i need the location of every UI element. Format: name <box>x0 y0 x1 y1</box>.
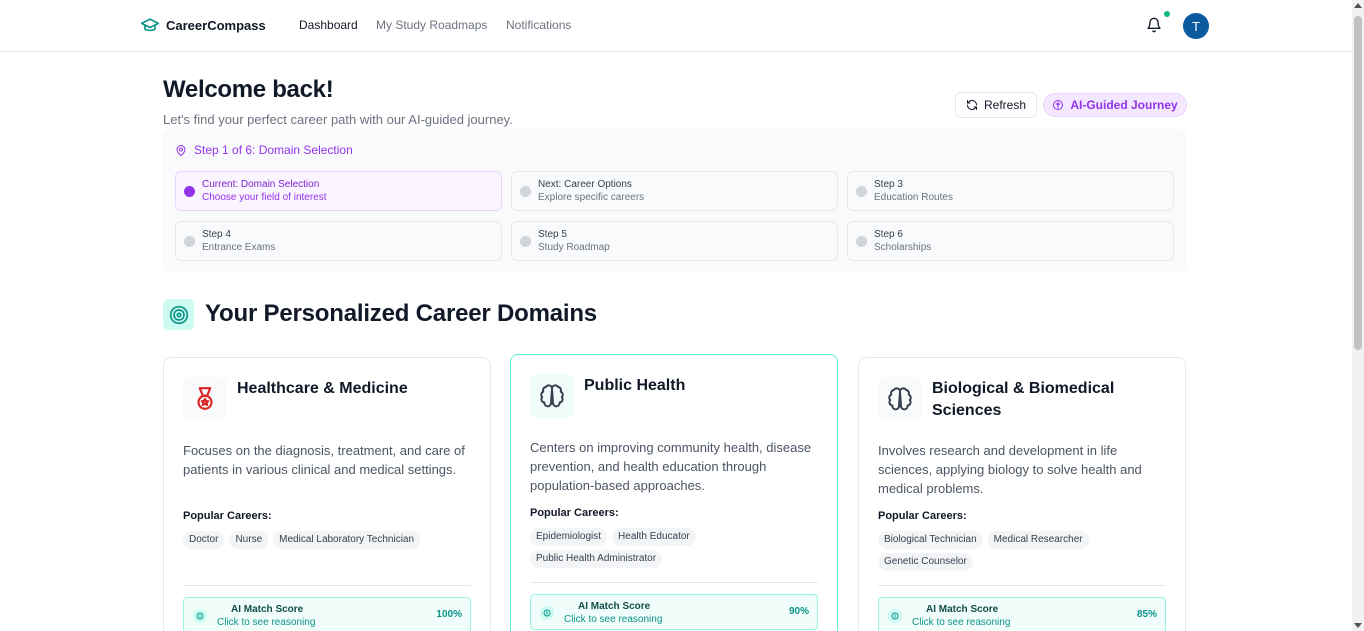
ai-match-score-box[interactable]: AI Match Score Click to see reasoning 90… <box>530 594 818 630</box>
career-tag: Genetic Counselor <box>878 553 973 571</box>
popular-careers-label: Popular Careers: <box>878 510 967 522</box>
step-title: Next: Career Options <box>538 179 632 190</box>
career-tag: Nurse <box>229 531 269 549</box>
score-value: 100% <box>436 609 462 620</box>
step-subtitle: Entrance Exams <box>202 242 276 253</box>
notification-dot <box>1164 11 1170 17</box>
popular-careers-label: Popular Careers: <box>183 510 272 522</box>
step-2-career-options[interactable]: Next: Career Options Explore specific ca… <box>511 171 838 211</box>
score-label: AI Match Score <box>926 604 999 615</box>
target-icon <box>163 299 194 330</box>
ai-badge-label: AI-Guided Journey <box>1070 98 1178 112</box>
step-title: Step 3 <box>874 179 903 190</box>
step-status-dot <box>856 186 867 197</box>
scroll-up-arrow-icon[interactable] <box>1354 3 1362 8</box>
domain-card-healthcare[interactable]: Healthcare & Medicine Focuses on the dia… <box>163 357 491 631</box>
ai-score-icon <box>540 606 554 620</box>
score-value: 85% <box>1136 609 1157 620</box>
card-divider <box>183 585 471 586</box>
career-tag: Biological Technician <box>878 531 983 549</box>
steps-heading: Step 1 of 6: Domain Selection <box>175 143 353 157</box>
scroll-down-arrow-icon[interactable] <box>1354 623 1362 628</box>
step-subtitle: Education Routes <box>874 192 953 203</box>
score-value: 90% <box>788 606 809 617</box>
card-description: Involves research and development in lif… <box>878 443 1142 496</box>
card-description: Centers on improving community health, d… <box>530 440 812 493</box>
nav-my-study-roadmaps[interactable]: My Study Roadmaps <box>376 18 487 32</box>
domain-card-public-health[interactable]: Public Health Centers on improving commu… <box>510 354 838 631</box>
brain-icon <box>530 374 574 418</box>
card-title: Healthcare & Medicine <box>237 380 408 397</box>
domain-card-biological-sciences[interactable]: Biological & Biomedical Sciences Involve… <box>858 357 1186 631</box>
career-tag: Epidemiologist <box>530 528 608 546</box>
career-tags: Epidemiologist Health Educator Public He… <box>530 528 820 568</box>
step-subtitle: Scholarships <box>874 242 932 253</box>
card-divider <box>878 585 1166 586</box>
career-tag: Medical Laboratory Technician <box>273 531 421 549</box>
ai-score-icon <box>193 609 207 623</box>
card-title: Public Health <box>584 377 686 394</box>
refresh-label: Refresh <box>983 98 1027 112</box>
score-reasoning-link[interactable]: Click to see reasoning <box>564 614 662 625</box>
step-status-dot <box>856 236 867 247</box>
ai-match-score-box[interactable]: AI Match Score Click to see reasoning 10… <box>183 597 471 631</box>
nav-dashboard[interactable]: Dashboard <box>299 18 358 32</box>
card-title: Biological & Biomedical Sciences <box>932 380 1115 419</box>
step-title: Current: Domain Selection <box>202 179 320 190</box>
step-1-domain-selection[interactable]: Current: Domain Selection Choose your fi… <box>175 171 502 211</box>
page-scrollbar[interactable] <box>1352 0 1364 631</box>
step-status-dot <box>184 186 195 197</box>
score-label: AI Match Score <box>578 601 651 612</box>
career-tags: Doctor Nurse Medical Laboratory Technici… <box>183 531 473 549</box>
career-tag: Doctor <box>183 531 225 549</box>
step-subtitle: Study Roadmap <box>538 242 610 253</box>
app-name: CareerCompass <box>166 17 266 33</box>
score-reasoning-link[interactable]: Click to see reasoning <box>217 617 315 628</box>
step-3-education-routes[interactable]: Step 3 Education Routes <box>847 171 1174 211</box>
ai-match-score-box[interactable]: AI Match Score Click to see reasoning 85… <box>878 597 1166 631</box>
career-tag: Medical Researcher <box>987 531 1089 549</box>
refresh-icon <box>966 100 977 110</box>
app-logo[interactable]: CareerCompass <box>140 15 266 35</box>
career-tag: Public Health Administrator <box>530 550 663 568</box>
top-navbar: CareerCompass Dashboard My Study Roadmap… <box>0 0 1352 52</box>
journey-steps-panel: Step 1 of 6: Domain Selection Current: D… <box>163 129 1187 273</box>
step-subtitle: Choose your field of interest <box>202 192 327 203</box>
career-tag: Health Educator <box>612 528 696 546</box>
step-title: Step 5 <box>538 229 567 240</box>
bell-icon[interactable] <box>1146 16 1162 34</box>
popular-careers-label: Popular Careers: <box>530 507 619 519</box>
section-title: Your Personalized Career Domains <box>205 300 597 327</box>
career-tags: Biological Technician Medical Researcher… <box>878 531 1168 571</box>
steps-heading-text: Step 1 of 6: Domain Selection <box>194 143 353 157</box>
step-status-dot <box>184 236 195 247</box>
step-5-study-roadmap[interactable]: Step 5 Study Roadmap <box>511 221 838 261</box>
card-divider <box>530 582 818 583</box>
step-subtitle: Explore specific careers <box>538 192 645 203</box>
map-pin-icon <box>176 144 186 156</box>
step-4-entrance-exams[interactable]: Step 4 Entrance Exams <box>175 221 502 261</box>
step-title: Step 4 <box>202 229 231 240</box>
score-label: AI Match Score <box>231 604 304 615</box>
medal-icon <box>183 377 227 421</box>
graduation-cap-icon <box>140 18 160 32</box>
scroll-thumb[interactable] <box>1354 16 1362 350</box>
score-reasoning-link[interactable]: Click to see reasoning <box>912 617 1010 628</box>
step-status-dot <box>520 236 531 247</box>
user-avatar[interactable]: T <box>1183 13 1209 39</box>
card-description: Focuses on the diagnosis, treatment, and… <box>183 443 465 477</box>
ai-brain-icon <box>1053 100 1064 110</box>
refresh-button[interactable]: Refresh <box>955 92 1037 118</box>
brain-icon <box>878 377 922 421</box>
step-title: Step 6 <box>874 229 903 240</box>
page-subtitle: Let's find your perfect career path with… <box>163 112 513 127</box>
page-title: Welcome back! <box>163 76 334 103</box>
nav-notifications[interactable]: Notifications <box>506 18 571 32</box>
ai-score-icon <box>888 609 902 623</box>
ai-guided-journey-badge: AI-Guided Journey <box>1043 93 1187 117</box>
step-status-dot <box>520 186 531 197</box>
step-6-scholarships[interactable]: Step 6 Scholarships <box>847 221 1174 261</box>
